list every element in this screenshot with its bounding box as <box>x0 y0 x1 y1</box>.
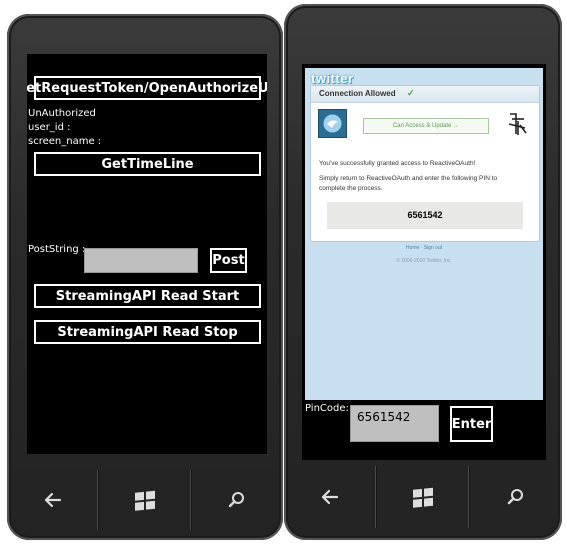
screen-name-label: screen_name : <box>28 136 102 147</box>
card-header: Connection Allowed ✓ <box>311 86 539 103</box>
card-title: Connection Allowed <box>319 89 396 98</box>
access-badge: Can Access & Update → <box>363 118 489 134</box>
footer-links: Home · Sign out <box>305 245 543 251</box>
app-logo-icon <box>506 111 528 137</box>
search-icon <box>229 492 245 508</box>
right-phone-screen: twitter Connection Allowed ✓ Can Access … <box>302 64 546 460</box>
start-button[interactable] <box>376 466 469 528</box>
sign-out-link[interactable]: Sign out <box>424 245 442 251</box>
left-phone: GetRequestToken/OpenAuthorizeUrl UnAutho… <box>7 14 283 540</box>
browser-view: twitter Connection Allowed ✓ Can Access … <box>305 68 543 400</box>
windows-logo-icon <box>413 487 433 508</box>
left-nav-bar <box>7 470 283 530</box>
back-button[interactable] <box>7 470 98 530</box>
copyright-text: © 2006-2010 Twitter, Inc. <box>396 258 452 264</box>
back-arrow-icon <box>321 489 339 505</box>
streaming-start-button[interactable]: StreamingAPI Read Start <box>34 284 261 308</box>
authorization-card: Connection Allowed ✓ Can Access & Update… <box>310 85 540 242</box>
pincode-label: PinCode: <box>305 403 349 414</box>
auth-status-text: UnAuthorized <box>28 108 96 119</box>
home-link[interactable]: Home <box>406 245 419 251</box>
get-timeline-button[interactable]: GetTimeLine <box>34 152 261 176</box>
post-string-input[interactable] <box>84 248 198 273</box>
search-button[interactable] <box>190 470 283 530</box>
pin-box: 6561542 <box>327 202 523 229</box>
right-phone: twitter Connection Allowed ✓ Can Access … <box>284 4 562 540</box>
user-id-label: user_id : <box>28 122 71 133</box>
back-arrow-icon <box>44 492 61 508</box>
post-button[interactable]: Post <box>210 248 247 273</box>
back-button[interactable] <box>284 466 376 528</box>
pincode-input[interactable]: 6561542 <box>350 405 439 442</box>
twitter-bird-icon <box>318 109 347 138</box>
get-request-token-button[interactable]: GetRequestToken/OpenAuthorizeUrl <box>27 76 267 100</box>
enter-button[interactable]: Enter <box>450 406 493 442</box>
post-string-label: PostString : <box>28 244 86 255</box>
right-nav-bar <box>284 466 562 528</box>
left-phone-screen: GetRequestToken/OpenAuthorizeUrl UnAutho… <box>27 54 267 454</box>
success-message: You've successfully granted access to Re… <box>319 160 476 167</box>
start-button[interactable] <box>98 470 190 530</box>
windows-logo-icon <box>134 490 155 511</box>
streaming-stop-button[interactable]: StreamingAPI Read Stop <box>34 320 261 344</box>
twitter-logo: twitter <box>311 71 354 86</box>
instruction-text: Simply return to ReactiveOAuth and enter… <box>319 175 498 192</box>
search-button[interactable] <box>469 466 562 528</box>
check-icon: ✓ <box>407 88 415 98</box>
search-icon <box>507 489 523 505</box>
